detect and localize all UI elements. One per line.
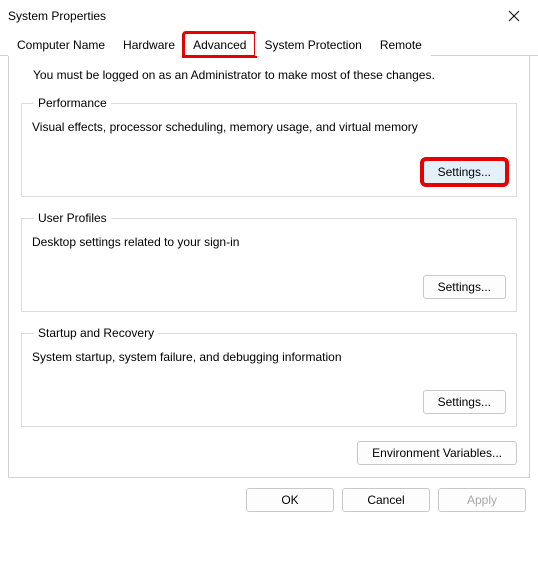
ok-button[interactable]: OK [246,488,334,512]
startup-recovery-group: Startup and Recovery System startup, sys… [21,326,517,427]
user-profiles-legend: User Profiles [34,211,111,225]
tab-system-protection[interactable]: System Protection [255,33,370,56]
startup-recovery-legend: Startup and Recovery [34,326,158,340]
cancel-button[interactable]: Cancel [342,488,430,512]
performance-legend: Performance [34,96,111,110]
tab-panel-advanced: You must be logged on as an Administrato… [8,56,530,478]
environment-variables-button[interactable]: Environment Variables... [357,441,517,465]
dialog-button-row: OK Cancel Apply [0,478,538,512]
user-profiles-settings-button[interactable]: Settings... [423,275,506,299]
window-title: System Properties [8,9,106,23]
apply-button[interactable]: Apply [438,488,526,512]
user-profiles-group: User Profiles Desktop settings related t… [21,211,517,312]
tab-computer-name[interactable]: Computer Name [8,33,114,56]
titlebar: System Properties [0,0,538,32]
close-button[interactable] [500,4,528,28]
startup-recovery-settings-button[interactable]: Settings... [423,390,506,414]
user-profiles-desc: Desktop settings related to your sign-in [32,235,506,249]
close-icon [508,10,520,22]
performance-group: Performance Visual effects, processor sc… [21,96,517,197]
tab-hardware[interactable]: Hardware [114,33,184,56]
tab-advanced[interactable]: Advanced [184,33,255,56]
performance-desc: Visual effects, processor scheduling, me… [32,120,506,134]
tab-strip: Computer Name Hardware Advanced System P… [0,32,538,56]
startup-recovery-desc: System startup, system failure, and debu… [32,350,506,364]
performance-settings-button[interactable]: Settings... [423,160,506,184]
admin-note: You must be logged on as an Administrato… [33,68,517,82]
tab-remote[interactable]: Remote [371,33,431,56]
